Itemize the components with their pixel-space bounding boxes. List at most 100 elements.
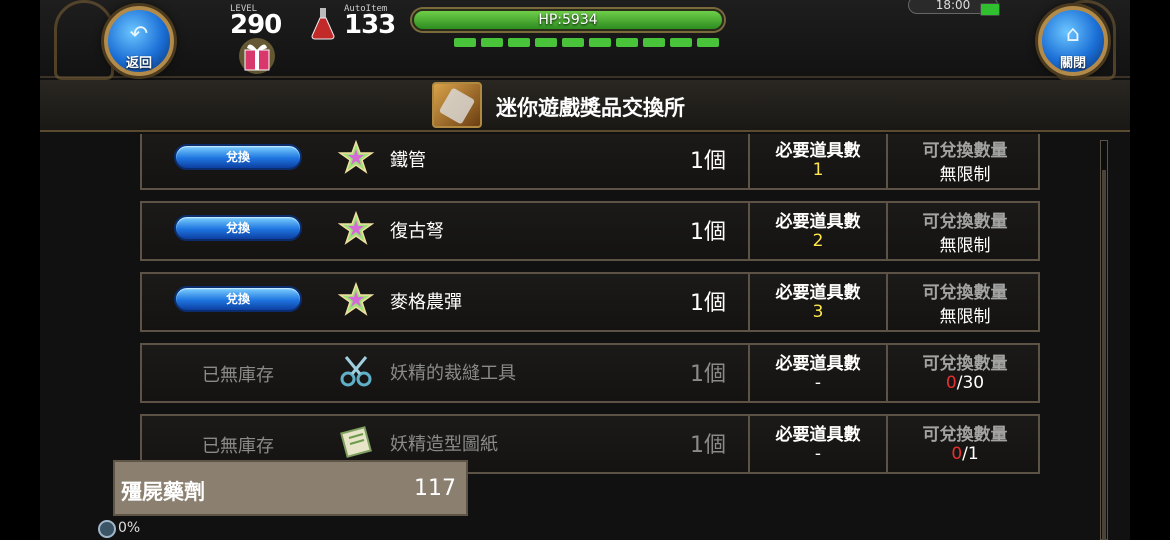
required-value: 3 xyxy=(812,302,824,322)
list-item: 兌換 鐵管 1個 必要道具數 1 可兌換數量 無限制 xyxy=(140,134,1040,190)
exchange-button[interactable]: 兌換 xyxy=(174,215,302,241)
limit-cell: 可兌換數量 無限制 xyxy=(890,274,1040,330)
limit-value: 無限制 xyxy=(939,236,991,256)
list-item: 已無庫存 妖精的裁縫工具 1個 必要道具數 - 可兌換數量 0/30 xyxy=(140,343,1040,403)
limit-label: 可兌換數量 xyxy=(922,354,1008,374)
exchange-button[interactable]: 兌換 xyxy=(174,286,302,312)
item-quantity: 1個 xyxy=(690,291,726,316)
blueprint-paper-icon xyxy=(340,426,372,458)
item-name: 復古弩 xyxy=(390,221,444,242)
required-cell: 必要道具數 - xyxy=(748,416,888,472)
limit-total: /30 xyxy=(956,373,985,393)
stamina-segment xyxy=(643,38,665,47)
required-cell: 必要道具數 - xyxy=(748,345,888,401)
item-quantity: 1個 xyxy=(690,433,726,458)
item-quantity: 1個 xyxy=(690,362,726,387)
out-of-stock-label: 已無庫存 xyxy=(202,436,274,457)
top-hud: ↶ 返回 LEVEL 290 AutoItem 133 HP:5934 18:0… xyxy=(40,0,1130,80)
required-value: - xyxy=(814,373,822,393)
item-name: 妖精的裁縫工具 xyxy=(390,363,516,384)
loading-progress: 0% xyxy=(96,518,156,540)
level-display: LEVEL 290 xyxy=(230,4,292,40)
required-value: 1 xyxy=(812,160,824,180)
limit-cell: 可兌換數量 無限制 xyxy=(890,134,1040,188)
limit-used: 0 xyxy=(951,444,963,464)
required-cell: 必要道具數 3 xyxy=(748,274,888,330)
scrollbar-thumb[interactable] xyxy=(1102,170,1106,540)
list-item: 兌換 復古弩 1個 必要道具數 2 可兌換數量 無限制 xyxy=(140,201,1040,261)
required-label: 必要道具數 xyxy=(775,354,861,374)
back-button[interactable]: ↶ 返回 xyxy=(104,6,174,76)
limit-value: 無限制 xyxy=(939,307,991,327)
limit-label: 可兌換數量 xyxy=(922,212,1008,232)
limit-total: /1 xyxy=(962,444,979,464)
currency-count: 117 xyxy=(414,476,456,501)
star-item-icon xyxy=(338,140,374,174)
item-cell: 已無庫存 妖精的裁縫工具 1個 xyxy=(142,345,746,401)
star-item-icon xyxy=(338,211,374,245)
autoitem-value: 133 xyxy=(344,10,396,40)
page-title: 迷你遊戲獎品交換所 xyxy=(496,96,685,120)
potion-flask-icon xyxy=(311,8,335,40)
currency-name: 殭屍藥劑 xyxy=(121,480,205,504)
limit-value: 0/30 xyxy=(890,373,1040,393)
stamina-segment xyxy=(697,38,719,47)
limit-used: 0 xyxy=(945,373,957,393)
item-name: 麥格農彈 xyxy=(390,292,462,313)
out-of-stock-label: 已無庫存 xyxy=(202,365,274,386)
stamina-segment xyxy=(454,38,476,47)
stamina-segment xyxy=(508,38,530,47)
stamina-segment xyxy=(670,38,692,47)
limit-value: 0/1 xyxy=(890,444,1040,464)
required-label: 必要道具數 xyxy=(775,141,861,161)
required-label: 必要道具數 xyxy=(775,425,861,445)
left-letterbox xyxy=(0,0,40,540)
title-bar: 迷你遊戲獎品交換所 xyxy=(40,80,1130,132)
stamina-segment xyxy=(616,38,638,47)
battery-icon xyxy=(980,3,1000,16)
stamina-segment xyxy=(589,38,611,47)
autoitem-display: AutoItem 133 xyxy=(344,4,396,40)
currency-panel: 殭屍藥劑 117 xyxy=(113,460,468,516)
gear-icon xyxy=(98,520,116,538)
item-name: 妖精造型圖紙 xyxy=(390,434,498,455)
home-icon: ⌂ xyxy=(1066,22,1080,47)
item-cell: 兌換 鐵管 1個 xyxy=(142,134,746,188)
star-item-icon xyxy=(338,282,374,316)
right-letterbox xyxy=(1130,0,1170,540)
gift-icon[interactable] xyxy=(237,34,277,74)
back-arrow-icon: ↶ xyxy=(129,22,149,47)
hp-text: HP:5934 xyxy=(538,12,598,28)
stamina-segment xyxy=(535,38,557,47)
required-cell: 必要道具數 1 xyxy=(748,134,888,188)
level-value: 290 xyxy=(230,10,282,40)
item-cell: 兌換 復古弩 1個 xyxy=(142,203,746,259)
close-button[interactable]: ⌂ 關閉 xyxy=(1038,6,1108,76)
stamina-segment xyxy=(562,38,584,47)
required-label: 必要道具數 xyxy=(775,283,861,303)
exchange-shop-icon xyxy=(432,82,482,128)
limit-label: 可兌換數量 xyxy=(922,425,1008,445)
close-label: 關閉 xyxy=(1059,56,1086,71)
limit-cell: 可兌換數量 無限制 xyxy=(890,203,1040,259)
progress-percent: 0% xyxy=(118,520,141,536)
hp-bar: HP:5934 xyxy=(412,9,724,31)
exchange-button[interactable]: 兌換 xyxy=(174,144,302,170)
required-value: 2 xyxy=(812,231,824,251)
scissors-icon xyxy=(340,356,372,387)
back-label: 返回 xyxy=(125,56,152,71)
limit-label: 可兌換數量 xyxy=(922,283,1008,303)
limit-value: 無限制 xyxy=(939,165,991,185)
list-item: 兌換 麥格農彈 1個 必要道具數 3 可兌換數量 無限制 xyxy=(140,272,1040,332)
item-quantity: 1個 xyxy=(690,220,726,245)
item-quantity: 1個 xyxy=(690,149,726,174)
required-value: - xyxy=(814,444,822,464)
item-cell: 兌換 麥格農彈 1個 xyxy=(142,274,746,330)
required-cell: 必要道具數 2 xyxy=(748,203,888,259)
stamina-segment xyxy=(481,38,503,47)
limit-label: 可兌換數量 xyxy=(922,141,1008,161)
item-name: 鐵管 xyxy=(390,150,426,171)
limit-cell: 可兌換數量 0/1 xyxy=(890,416,1040,472)
stamina-segments xyxy=(454,38,719,47)
required-label: 必要道具數 xyxy=(775,212,861,232)
